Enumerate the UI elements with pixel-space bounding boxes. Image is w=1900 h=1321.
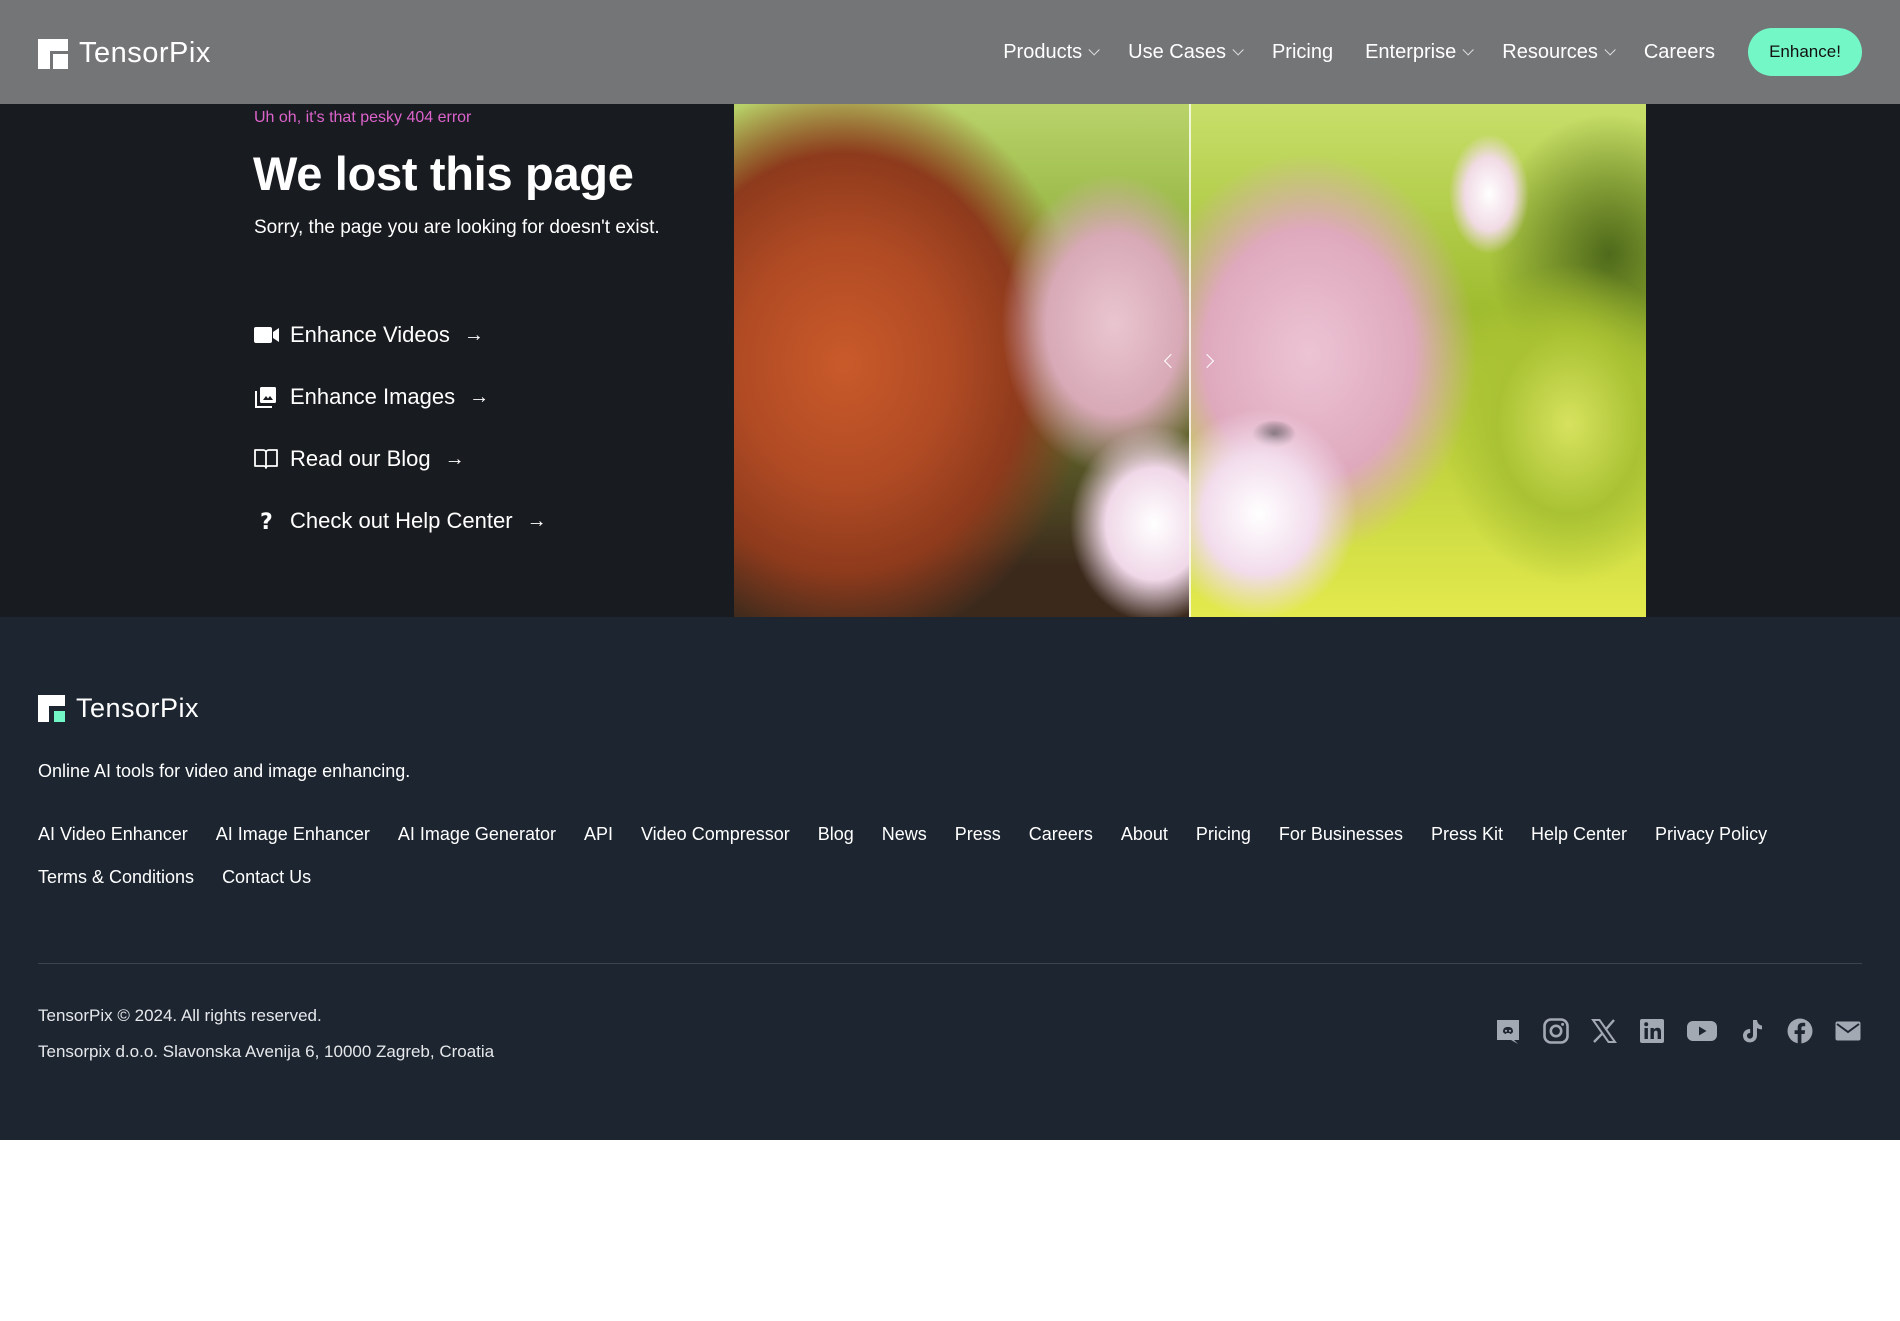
nav-label: Products <box>1003 40 1083 63</box>
svg-text:?: ? <box>260 510 273 533</box>
footer-link[interactable]: Privacy Policy <box>1655 819 1767 862</box>
chevron-down-icon <box>1232 44 1244 56</box>
site-footer: TensorPix Online AI tools for video and … <box>0 617 1900 1140</box>
discord-icon[interactable] <box>1494 1017 1522 1045</box>
link-label: Check out Help Center <box>290 508 513 533</box>
x-twitter-icon[interactable] <box>1590 1017 1618 1045</box>
tiktok-icon[interactable] <box>1738 1017 1766 1045</box>
brand-logo[interactable]: TensorPix <box>38 37 211 70</box>
site-header: TensorPix Products Use Cases Pricing Ent… <box>0 0 1900 104</box>
helpful-links: Enhance Videos → Enhance Images → Read o… <box>254 304 547 552</box>
footer-link[interactable]: For Businesses <box>1279 819 1403 862</box>
error-eyebrow: Uh oh, it's that pesky 404 error <box>254 109 472 126</box>
footer-link[interactable]: API <box>584 819 613 862</box>
linkedin-icon[interactable] <box>1638 1017 1666 1045</box>
nav-products[interactable]: Products <box>1003 40 1100 64</box>
book-open-icon <box>254 445 282 473</box>
instagram-icon[interactable] <box>1542 1017 1570 1045</box>
footer-link[interactable]: AI Image Generator <box>398 819 556 862</box>
footer-link[interactable]: Careers <box>1029 819 1093 862</box>
nav-label: Resources <box>1502 40 1598 63</box>
before-image <box>734 104 1189 617</box>
arrow-right-icon: → <box>444 447 465 470</box>
footer-link[interactable]: Press <box>955 819 1001 862</box>
nav-label: Use Cases <box>1128 40 1226 63</box>
chevron-down-icon <box>1088 44 1100 56</box>
arrow-right-icon: → <box>469 385 490 408</box>
nav-label: Enterprise <box>1365 40 1457 63</box>
link-read-blog[interactable]: Read our Blog → <box>254 428 547 490</box>
footer-link[interactable]: News <box>882 819 927 862</box>
main-nav: Products Use Cases Pricing Enterprise Re… <box>1003 0 1900 104</box>
link-enhance-videos[interactable]: Enhance Videos → <box>254 304 547 366</box>
facebook-icon[interactable] <box>1786 1017 1814 1045</box>
youtube-icon[interactable] <box>1686 1017 1718 1045</box>
footer-link[interactable]: Video Compressor <box>641 819 790 862</box>
footer-link[interactable]: Press Kit <box>1431 819 1503 862</box>
chevron-down-icon <box>1462 44 1475 56</box>
link-label: Enhance Images <box>290 384 456 409</box>
enhance-button[interactable]: Enhance! <box>1748 28 1862 76</box>
footer-link[interactable]: Blog <box>818 819 854 862</box>
nav-resources[interactable]: Resources <box>1502 40 1616 64</box>
image-gallery-icon <box>254 383 282 411</box>
link-help-center[interactable]: ? Check out Help Center → <box>254 490 547 552</box>
footer-logo[interactable]: TensorPix <box>38 693 199 724</box>
footer-link[interactable]: Terms & Conditions <box>38 862 194 905</box>
copyright: TensorPix © 2024. All rights reserved. <box>38 1006 322 1025</box>
brand-name: TensorPix <box>76 693 200 723</box>
footer-divider <box>38 963 1862 964</box>
footer-link[interactable]: AI Image Enhancer <box>216 819 370 862</box>
video-camera-icon <box>254 321 282 349</box>
brand-name: TensorPix <box>79 37 211 69</box>
nav-use-cases[interactable]: Use Cases <box>1128 40 1244 64</box>
logo-mark-icon <box>38 695 65 722</box>
email-icon[interactable] <box>1834 1017 1862 1045</box>
footer-link[interactable]: About <box>1121 819 1168 862</box>
link-label: Read our Blog <box>290 446 431 471</box>
question-mark-icon: ? <box>254 507 282 535</box>
nav-careers[interactable]: Careers <box>1644 41 1715 64</box>
after-image <box>1189 104 1646 617</box>
nav-enterprise[interactable]: Enterprise <box>1365 40 1475 64</box>
error-hero: Uh oh, it's that pesky 404 error We lost… <box>0 104 1900 617</box>
logo-mark-icon <box>38 38 68 69</box>
page-title: We lost this page <box>253 147 634 200</box>
chevron-down-icon <box>1604 44 1616 56</box>
footer-link[interactable]: AI Video Enhancer <box>38 819 188 862</box>
link-label: Enhance Videos <box>290 322 450 347</box>
social-links <box>1474 1017 1862 1045</box>
footer-link[interactable]: Pricing <box>1196 819 1251 862</box>
arrow-right-icon: → <box>526 509 547 532</box>
nav-label: Careers <box>1643 40 1715 63</box>
comparison-slider-handle[interactable] <box>1189 104 1191 617</box>
footer-tagline: Online AI tools for video and image enha… <box>38 761 411 781</box>
footer-link[interactable]: Contact Us <box>222 862 311 905</box>
error-subtitle: Sorry, the page you are looking for does… <box>254 217 660 238</box>
nav-pricing[interactable]: Pricing <box>1272 41 1333 64</box>
link-enhance-images[interactable]: Enhance Images → <box>254 366 547 428</box>
before-after-comparison[interactable] <box>734 104 1646 617</box>
footer-link[interactable]: Help Center <box>1531 819 1627 862</box>
nav-label: Pricing <box>1271 40 1334 63</box>
arrow-right-icon: → <box>463 323 484 346</box>
footer-links: AI Video Enhancer AI Image Enhancer AI I… <box>38 819 1838 905</box>
company-address: Tensorpix d.o.o. Slavonska Avenija 6, 10… <box>38 1042 495 1061</box>
